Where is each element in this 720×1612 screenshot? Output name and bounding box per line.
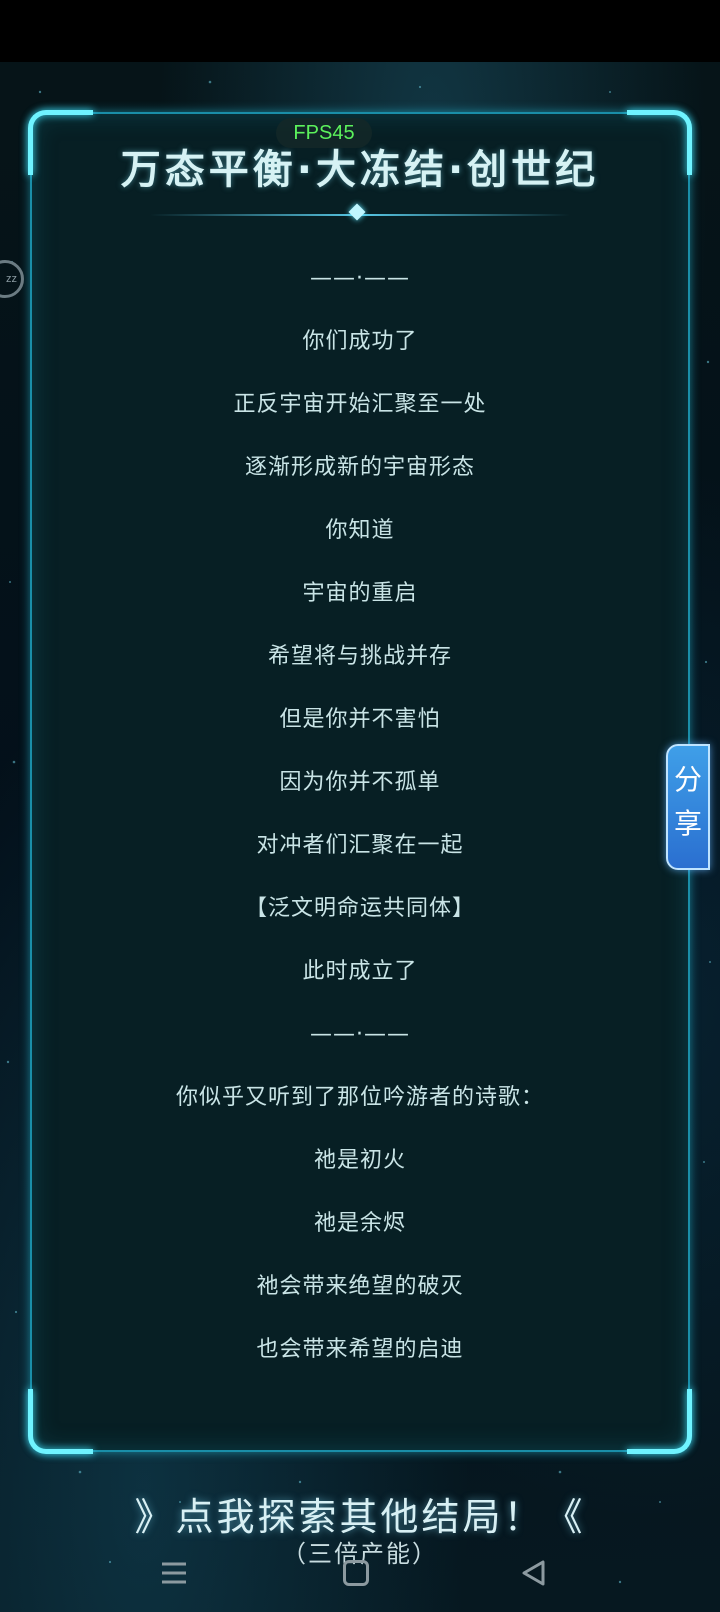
poem-line: 祂是初火 xyxy=(313,1148,406,1173)
share-label-2: 享 xyxy=(673,807,702,840)
poem-line: 但是你并不害怕 xyxy=(279,707,441,732)
poem-line: 祂会带来绝望的破灭 xyxy=(256,1274,464,1299)
back-icon[interactable] xyxy=(504,1542,564,1602)
game-screen: 万态平衡·大冻结·创世纪 FPS45 zz ——·—— 你们成功了 正反宇宙开始… xyxy=(0,0,720,1612)
poem-line: 希望将与挑战并存 xyxy=(267,644,452,669)
poem-line: 【泛文明命运共同体】 xyxy=(244,896,475,921)
poem-line: 祂是余烬 xyxy=(313,1211,406,1236)
poem-line: 对冲者们汇聚在一起 xyxy=(256,833,464,858)
poem-line: 此时成立了 xyxy=(302,959,418,984)
share-button[interactable]: 分 享 xyxy=(666,744,710,870)
poem-line: 你们成功了 xyxy=(302,329,418,354)
poem-line: 逐渐形成新的宇宙形态 xyxy=(244,455,475,480)
poem-line: 你知道 xyxy=(325,518,395,543)
home-icon[interactable] xyxy=(326,1542,386,1602)
status-bar xyxy=(0,0,720,62)
panel-corner-bottom-right xyxy=(627,1389,692,1454)
poem-line: 正反宇宙开始汇聚至一处 xyxy=(233,392,487,417)
poem-line: 宇宙的重启 xyxy=(302,581,418,606)
system-nav-bar xyxy=(0,1542,720,1612)
ending-title: 万态平衡·大冻结·创世纪 xyxy=(120,147,600,193)
menu-icon[interactable] xyxy=(144,1542,204,1602)
section-divider: ——·—— xyxy=(310,266,410,291)
poem-line: 你似乎又听到了那位吟游者的诗歌： xyxy=(175,1085,544,1110)
poem-line: 因为你并不孤单 xyxy=(279,770,441,795)
fps-counter: FPS45 xyxy=(276,118,372,148)
poem-line: 也会带来希望的启迪 xyxy=(256,1337,464,1362)
panel-corner-bottom-left xyxy=(28,1389,93,1454)
section-divider: ——·—— xyxy=(310,1022,410,1047)
share-label-1: 分 xyxy=(673,763,702,796)
